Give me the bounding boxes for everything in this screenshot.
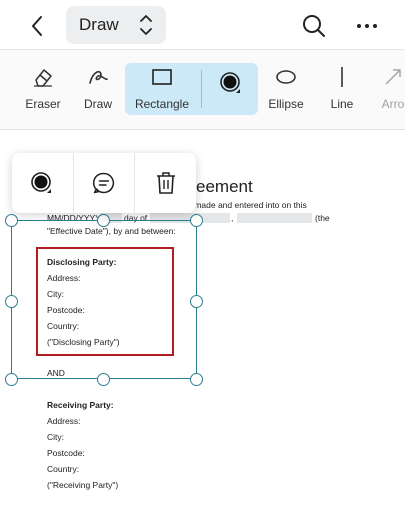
resize-handle-bottom[interactable]: [97, 373, 110, 386]
redacted-field: [237, 213, 312, 223]
receiving-city: City:: [47, 432, 64, 442]
top-bar: Draw: [0, 0, 405, 50]
resize-handle-bottom-left[interactable]: [5, 373, 18, 386]
tool-draw[interactable]: Draw: [80, 62, 116, 118]
comma-text: ,: [231, 213, 234, 223]
tool-label: Arro: [381, 97, 405, 111]
tool-label: Draw: [83, 97, 112, 111]
receiving-address: Address:: [47, 416, 81, 426]
arrow-icon: [385, 69, 401, 85]
mode-label: Draw: [79, 15, 119, 34]
tool-label: Ellipse: [268, 97, 304, 111]
more-button[interactable]: [353, 12, 381, 40]
tool-line[interactable]: Line: [328, 62, 356, 118]
line-icon: [341, 67, 343, 87]
resize-handle-top[interactable]: [97, 214, 110, 227]
tool-ellipse[interactable]: Ellipse: [266, 62, 306, 118]
tool-color[interactable]: [216, 68, 246, 124]
chevron-up-down-icon: [140, 15, 152, 35]
the-text: (the: [315, 213, 330, 223]
trash-icon: [156, 172, 175, 194]
back-button[interactable]: [22, 11, 52, 41]
mode-selector[interactable]: Draw: [66, 6, 166, 44]
annotation-color-button[interactable]: [12, 153, 74, 213]
resize-handle-top-left[interactable]: [5, 214, 18, 227]
tool-eraser[interactable]: Eraser: [22, 62, 64, 118]
resize-handle-right[interactable]: [190, 295, 203, 308]
receiving-postcode: Postcode:: [47, 448, 85, 458]
tool-label: Rectangle: [134, 97, 190, 111]
drawing-toolbar: Eraser Draw Rectangle Ellipse Line Arro: [0, 50, 405, 130]
comment-icon: [92, 172, 115, 194]
resize-handle-bottom-right[interactable]: [190, 373, 203, 386]
selection-box[interactable]: [11, 220, 197, 379]
tool-arrow[interactable]: Arro: [378, 62, 405, 118]
resize-handle-left[interactable]: [5, 295, 18, 308]
annotation-delete-button[interactable]: [135, 153, 196, 213]
search-button[interactable]: [300, 12, 328, 40]
rectangle-icon: [152, 69, 172, 85]
tool-label: Eraser: [25, 97, 61, 111]
receiving-alias: ("Receiving Party"): [47, 480, 119, 490]
document-heading: eement: [196, 177, 253, 196]
chevron-left-icon: [32, 16, 42, 36]
receiving-party-title: Receiving Party:: [47, 400, 114, 410]
tool-rectangle[interactable]: Rectangle: [134, 62, 190, 118]
draw-icon: [89, 70, 108, 84]
receiving-country: Country:: [47, 464, 80, 474]
annotation-context-menu: [12, 153, 196, 213]
color-picker-icon: [31, 172, 52, 193]
more-icon: [357, 24, 377, 28]
ellipse-icon: [276, 70, 296, 84]
search-icon: [303, 15, 325, 37]
tool-label: Line: [330, 97, 354, 111]
resize-handle-top-right[interactable]: [190, 214, 203, 227]
color-picker-icon: [220, 72, 240, 93]
tool-divider: [201, 70, 202, 108]
annotation-comment-button[interactable]: [74, 153, 136, 213]
eraser-icon: [34, 69, 52, 87]
